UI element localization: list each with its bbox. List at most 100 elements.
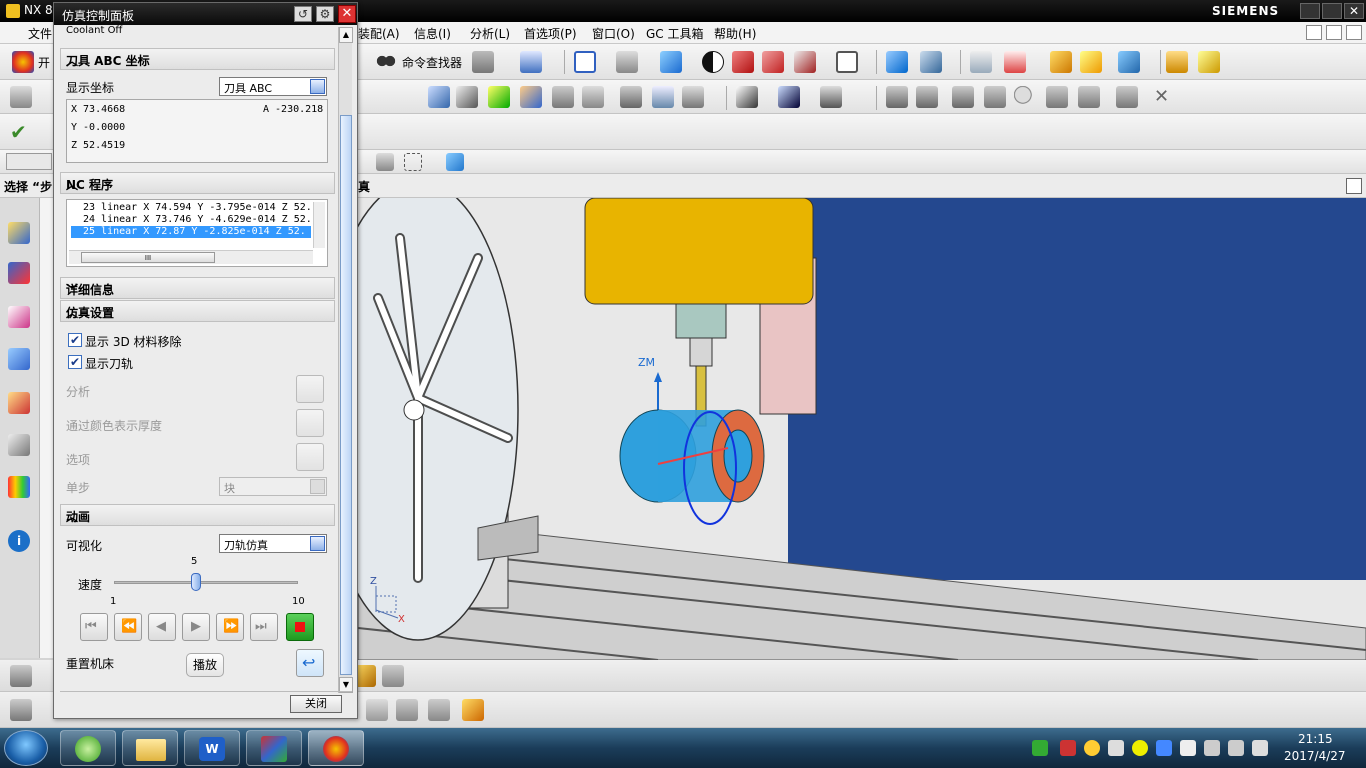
red-cube-icon[interactable] — [732, 51, 754, 73]
section-cube-icon[interactable] — [794, 51, 816, 73]
tool-icon[interactable] — [820, 86, 842, 108]
cursor-icon-2[interactable] — [778, 86, 800, 108]
step-select[interactable]: 块 — [219, 477, 327, 496]
nc-line[interactable]: 23 linear X 74.594 Y -3.795e-014 Z 52. — [71, 202, 311, 214]
tray-app-icon-5[interactable] — [1156, 740, 1172, 756]
close-button[interactable]: 关闭 — [290, 695, 342, 713]
speed-slider-track[interactable] — [114, 573, 298, 591]
stop-button[interactable] — [286, 613, 314, 641]
command-finder-button[interactable]: 命令查找器 — [402, 54, 462, 71]
thickness-button[interactable] — [296, 409, 324, 437]
assembly-icon[interactable] — [916, 86, 938, 108]
verify-icon[interactable] — [520, 86, 542, 108]
drafting-icon[interactable] — [1198, 51, 1220, 73]
shaded-cube-icon[interactable] — [660, 51, 682, 73]
toolpath-icon-1[interactable] — [428, 86, 450, 108]
history-icon[interactable] — [8, 434, 30, 456]
minimize-button[interactable] — [1300, 3, 1320, 19]
cursor-icon-1[interactable] — [736, 86, 758, 108]
bottom-tool-icon-7[interactable] — [462, 699, 484, 721]
yin-yang-icon[interactable] — [702, 51, 724, 73]
arrow-blue-icon[interactable] — [1118, 51, 1140, 73]
task-explorer[interactable] — [122, 730, 178, 766]
display-coord-select[interactable]: 刀具 ABC — [219, 77, 327, 96]
move-object-icon[interactable] — [920, 51, 942, 73]
layer-icon[interactable] — [970, 51, 992, 73]
start-button[interactable] — [4, 730, 48, 766]
delete-icon[interactable]: ✕ — [1154, 86, 1169, 107]
visualization-select[interactable]: 刀轨仿真 — [219, 534, 327, 553]
section-details[interactable]: 详细信息 ﹀ — [60, 277, 335, 299]
part-icon[interactable] — [8, 306, 30, 328]
tray-app-icon-7[interactable] — [1228, 740, 1244, 756]
flag-icon[interactable] — [1180, 740, 1196, 756]
chevron-down-icon[interactable] — [310, 536, 325, 551]
step-forward-button[interactable]: ⏩ — [216, 613, 244, 641]
chevron-up-icon[interactable]: ︿ — [66, 304, 80, 320]
section-nc-program[interactable]: NC 程序 ︿ — [60, 172, 335, 194]
tray-app-icon-1[interactable] — [1060, 740, 1076, 756]
navigator-icon[interactable] — [8, 222, 30, 244]
play-backward-button[interactable]: ◀ — [148, 613, 176, 641]
solid-icon-5[interactable] — [1116, 86, 1138, 108]
bottom-tool-icon-6[interactable] — [428, 699, 450, 721]
bottom-tool-icon-3[interactable] — [382, 665, 404, 687]
tool-list-icon[interactable] — [620, 86, 642, 108]
nc-line-selected[interactable]: 25 linear X 72.87 Y -2.825e-014 Z 52. — [71, 226, 311, 238]
background-color-icon[interactable] — [836, 51, 858, 73]
box-select-icon[interactable] — [404, 153, 422, 171]
scroll-thumb[interactable] — [340, 115, 352, 675]
tray-app-icon-2[interactable] — [1084, 740, 1100, 756]
clock-date[interactable]: 2017/4/27 — [1284, 749, 1346, 763]
chevron-down-icon[interactable] — [310, 79, 325, 94]
binoculars-icon[interactable] — [376, 52, 396, 70]
menu-help[interactable]: 帮助(H) — [714, 25, 756, 42]
render-style-icon[interactable] — [616, 51, 638, 73]
cube-select-icon[interactable] — [446, 153, 464, 171]
menu-preferences[interactable]: 首选项(P) — [524, 25, 577, 42]
shop-doc-icon[interactable] — [582, 86, 604, 108]
machine-icon[interactable] — [472, 51, 494, 73]
menu-file[interactable]: 文件 — [28, 25, 52, 42]
start-icon[interactable] — [12, 51, 34, 73]
tray-app-icon-3[interactable] — [1108, 740, 1124, 756]
step-back-button[interactable]: ⏪ — [114, 613, 142, 641]
palette-icon[interactable] — [8, 476, 30, 498]
analysis-button[interactable] — [296, 375, 324, 403]
task-nx[interactable] — [308, 730, 364, 766]
section-animation[interactable]: 动画 ︿ — [60, 504, 335, 526]
fit-view-icon[interactable] — [574, 51, 596, 73]
panel-scrollbar[interactable]: ▲ ▼ — [338, 27, 353, 693]
operation-icon[interactable] — [10, 86, 32, 108]
volume-icon[interactable] — [1252, 740, 1268, 756]
menu-window[interactable]: 窗口(O) — [592, 25, 635, 42]
selection-input[interactable] — [6, 153, 52, 170]
play-button[interactable]: 播放 — [186, 653, 224, 677]
show-3d-removal-checkbox[interactable]: ✔ — [68, 333, 82, 347]
machine-nav-icon[interactable] — [8, 348, 30, 370]
options-button[interactable] — [296, 443, 324, 471]
check-icon[interactable]: ✔ — [10, 120, 32, 144]
clock-time[interactable]: 21:15 — [1298, 732, 1333, 746]
solid-icon-3[interactable] — [1046, 86, 1068, 108]
toolpath-icon-2[interactable] — [456, 86, 478, 108]
transform-icon[interactable] — [886, 51, 908, 73]
menu-assembly[interactable]: 装配(A) — [358, 25, 400, 42]
tray-app-icon-4[interactable] — [1132, 740, 1148, 756]
generate-toolpath-icon[interactable] — [488, 86, 510, 108]
start-label[interactable]: 开 — [38, 54, 50, 71]
panel-close-icon[interactable]: ✕ — [338, 5, 356, 23]
go-to-end-button[interactable]: ⏭ — [250, 613, 278, 641]
bottom-tool-icon-5[interactable] — [396, 699, 418, 721]
nc-program-list[interactable]: 23 linear X 74.594 Y -3.795e-014 Z 52. 2… — [66, 199, 328, 267]
fullscreen-icon[interactable] — [1346, 178, 1362, 194]
chevron-up-icon[interactable]: ︿ — [66, 508, 80, 524]
info-icon[interactable]: i — [8, 530, 30, 552]
clock-icon[interactable] — [682, 86, 704, 108]
task-winrar[interactable] — [246, 730, 302, 766]
reset-machine-button[interactable]: ↩ — [296, 649, 324, 677]
constraint-icon[interactable] — [8, 262, 30, 284]
task-browser[interactable] — [60, 730, 116, 766]
doc-close-button[interactable] — [1346, 25, 1362, 40]
chevron-up-icon[interactable]: ︿ — [66, 52, 80, 68]
